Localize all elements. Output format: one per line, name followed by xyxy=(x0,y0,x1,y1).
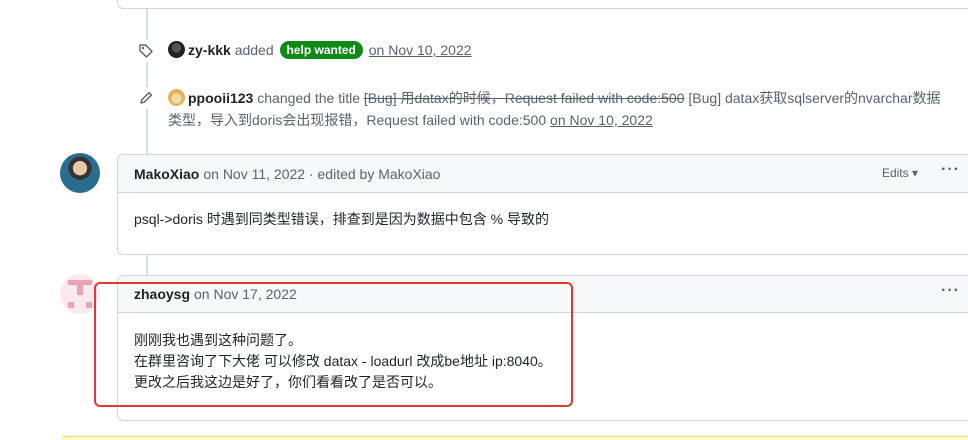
edits-dropdown[interactable]: Edits ▾ xyxy=(882,166,918,180)
event-action: added xyxy=(234,42,274,58)
label-event: zy-kkk added help wanted on Nov 10, 2022 xyxy=(168,39,472,61)
comment-header: MakoXiao on Nov 11, 2022 · edited by Mak… xyxy=(118,155,968,193)
comment-meta: on Nov 11, 2022 · edited by MakoXiao xyxy=(203,165,441,182)
kebab-icon[interactable]: ··· xyxy=(941,161,960,179)
previous-comment-box xyxy=(117,0,968,9)
event-timestamp[interactable]: on Nov 10, 2022 xyxy=(369,42,472,58)
notice-banner xyxy=(62,436,968,440)
tag-icon xyxy=(135,40,157,62)
comment-text: psql->doris 时遇到同类型错误，排查到是因为数据中包含 % 导致的 xyxy=(134,211,549,227)
event-timestamp[interactable]: on Nov 10, 2022 xyxy=(550,112,653,128)
event-action: changed the title xyxy=(257,90,360,106)
pencil-icon xyxy=(135,87,157,109)
edits-label: Edits xyxy=(881,166,909,180)
timeline-line xyxy=(146,9,148,154)
avatar[interactable] xyxy=(168,89,185,106)
triangle-down-icon: ▾ xyxy=(911,166,918,180)
avatar[interactable] xyxy=(60,153,100,193)
timeline-line xyxy=(146,254,148,276)
event-actor[interactable]: zy-kkk xyxy=(188,42,231,58)
old-title: [Bug] 用datax的时候，Request failed with code… xyxy=(363,90,685,106)
highlight-annotation xyxy=(94,282,573,407)
kebab-icon[interactable]: ··· xyxy=(941,282,960,300)
avatar[interactable] xyxy=(168,41,185,58)
title-change-event: ppooii123 changed the title [Bug] 用datax… xyxy=(168,87,948,131)
comment: MakoXiao on Nov 11, 2022 · edited by Mak… xyxy=(117,154,968,255)
event-actor[interactable]: ppooii123 xyxy=(188,90,253,106)
comment-body: psql->doris 时遇到同类型错误，排查到是因为数据中包含 % 导致的 xyxy=(118,193,968,246)
comment-author[interactable]: MakoXiao xyxy=(134,166,199,182)
label-help-wanted[interactable]: help wanted xyxy=(279,41,363,59)
